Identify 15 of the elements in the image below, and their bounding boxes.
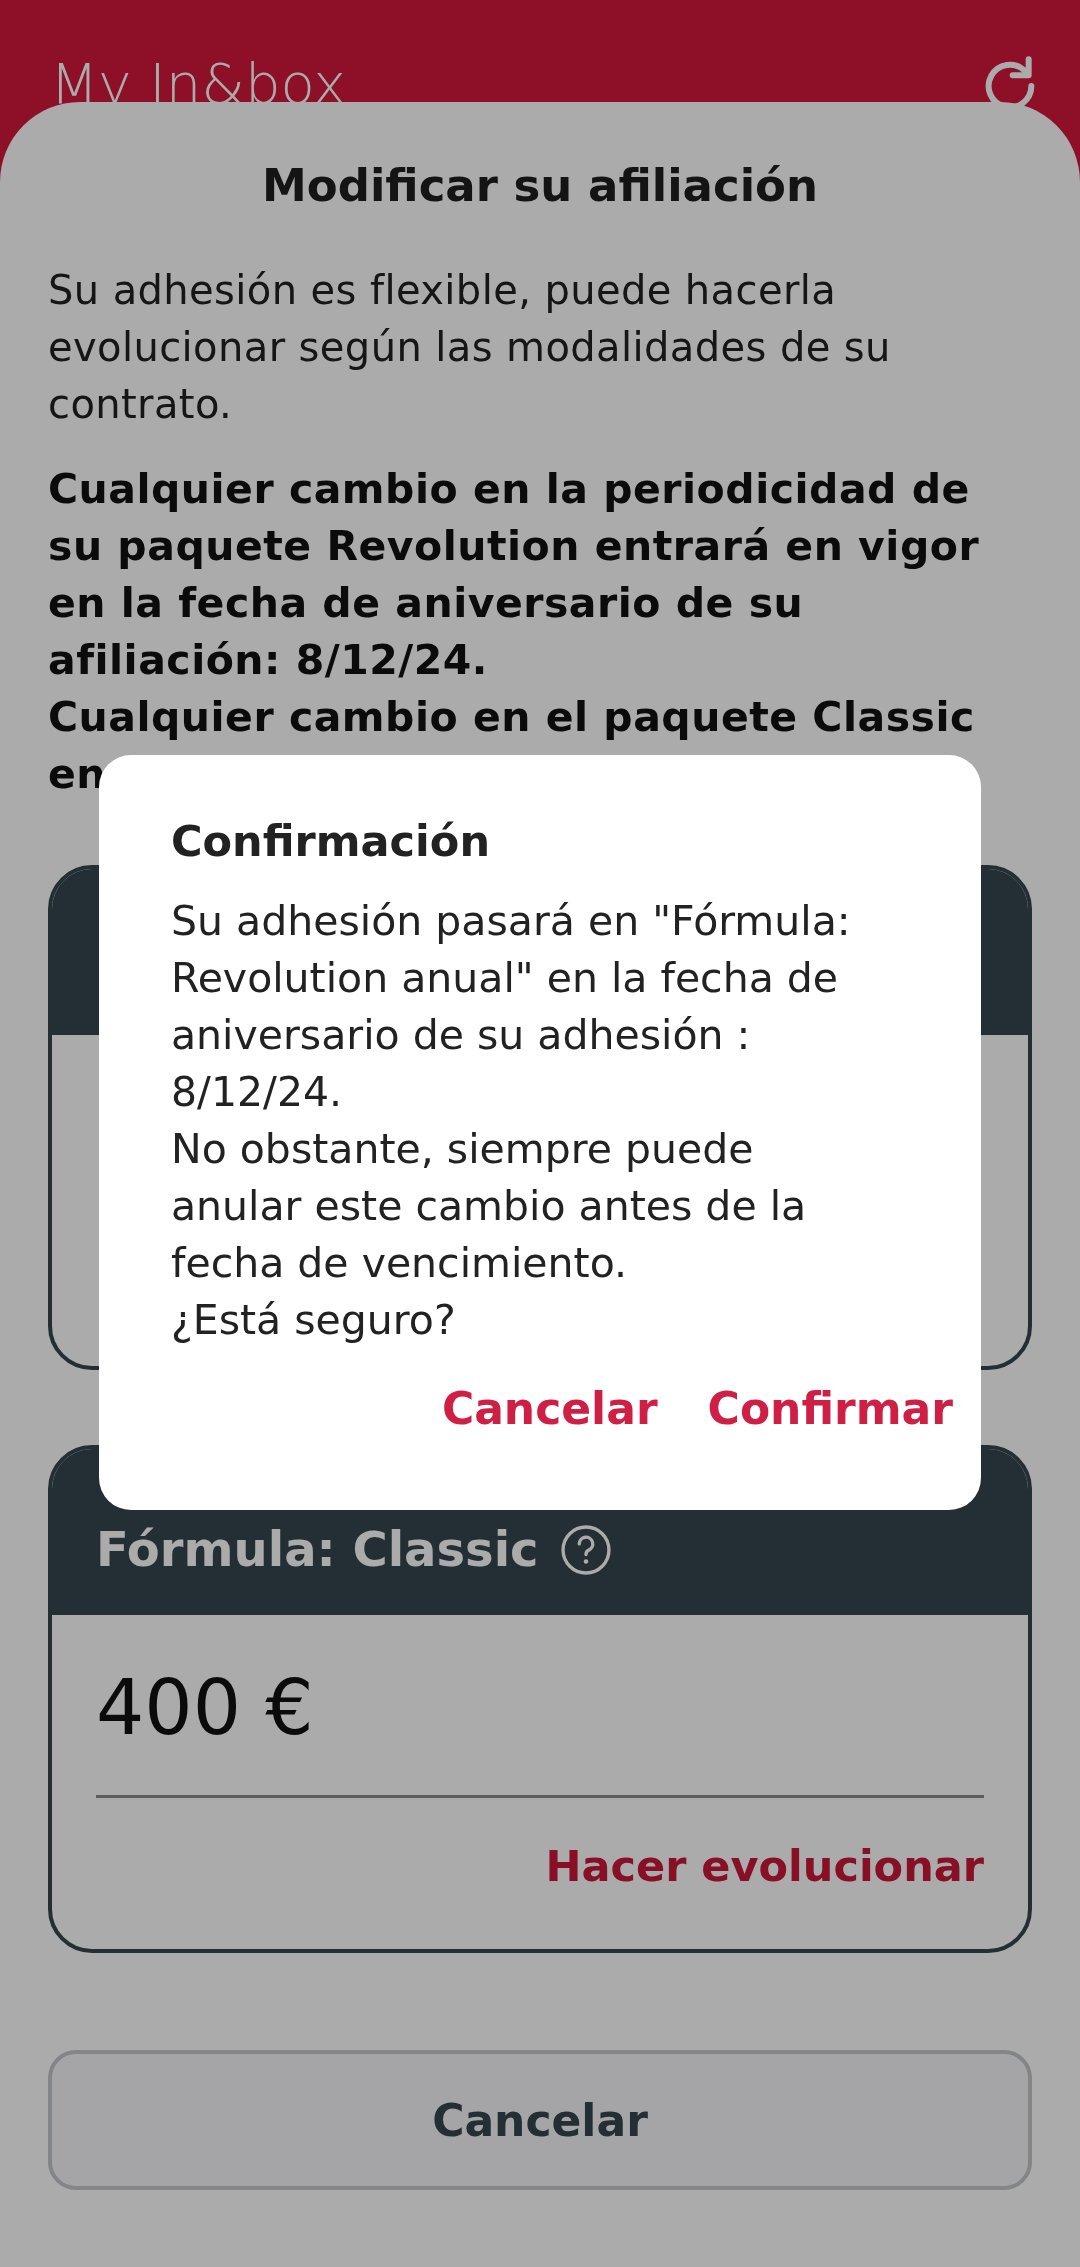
notice-text: Cualquier cambio en la periodicidad de su paquete Revolution entrará en vigor en la fecha de aniversario de su afiliación: 8/12/24. bbox=[48, 464, 981, 686]
dialog-button[interactable]: Cancelar bbox=[441, 1379, 658, 1439]
price-text: 400 € bbox=[96, 1663, 315, 1753]
dialog-text: Su adhesión pasará en "Fórmula: Revolution anual" en la fecha de aniversario de su adhesión : 8/12/24. bbox=[171, 896, 852, 1118]
help-icon[interactable] bbox=[558, 1523, 613, 1577]
notice-text: Cualquier cambio en el paquete Classic en bbox=[48, 692, 976, 800]
dialog-button[interactable]: Confirmar bbox=[707, 1379, 953, 1439]
dialog-text: No obstante, siempre puede anular este cambio antes de la fecha de vencimiento. bbox=[171, 1124, 808, 1289]
cancel-button[interactable]: Cancelar bbox=[48, 2050, 1032, 2190]
plan-title: Fórmula: Classic bbox=[96, 1520, 539, 1579]
sheet-title: Modificar su afiliación bbox=[260, 158, 820, 214]
dialog-title: Confirmación bbox=[171, 815, 491, 868]
dialog-text: ¿Está seguro? bbox=[171, 1295, 457, 1346]
intro-text: Su adhesión es flexible, puede hacerla evolucionar según las modalidades de su contrato. bbox=[48, 266, 892, 429]
evolve-link[interactable]: Hacer evolucionar bbox=[545, 1838, 984, 1894]
